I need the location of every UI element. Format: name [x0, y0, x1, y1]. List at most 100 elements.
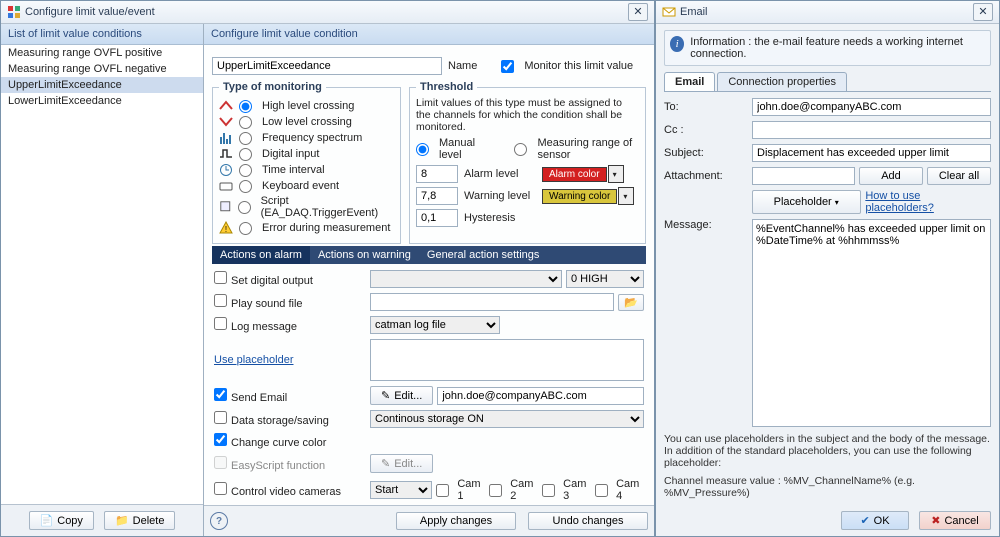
config-pane: Configure limit value condition Name Mon…	[204, 24, 654, 536]
freq-icon	[219, 131, 233, 145]
tab-connection[interactable]: Connection properties	[717, 72, 847, 91]
placeholder-button[interactable]: Placeholder ▾	[752, 190, 861, 214]
message-text[interactable]	[752, 219, 991, 427]
type-digital-radio[interactable]	[239, 148, 252, 161]
log-target-select[interactable]: catman log file	[370, 316, 500, 334]
tab-email[interactable]: Email	[664, 72, 715, 91]
folder-delete-icon: 📁	[115, 514, 129, 527]
email-window: Email ✕ i Information : the e-mail featu…	[655, 0, 1000, 537]
data-storage-check[interactable]	[214, 411, 227, 424]
info-box: i Information : the e-mail feature needs…	[664, 30, 991, 66]
cc-label: Cc :	[664, 124, 744, 136]
condition-name-input[interactable]	[212, 57, 442, 75]
sound-file-input[interactable]	[370, 293, 614, 311]
how-to-placeholders-link[interactable]: How to use placeholders?	[865, 190, 991, 214]
cam3-check[interactable]	[542, 484, 555, 497]
copy-button[interactable]: 📄Copy	[29, 511, 94, 530]
low-cross-icon	[219, 115, 233, 129]
type-error-radio[interactable]	[239, 222, 252, 235]
change-color-check[interactable]	[214, 433, 227, 446]
attachment-label: Attachment:	[664, 170, 744, 182]
warning-color-picker[interactable]: Warning color ▾	[542, 187, 634, 205]
edit-script-button[interactable]: ✎Edit...	[370, 454, 433, 473]
list-item[interactable]: UpperLimitExceedance	[1, 77, 203, 93]
type-high-radio[interactable]	[239, 100, 252, 113]
hysteresis-input[interactable]	[416, 209, 458, 227]
attachment-input[interactable]	[752, 167, 855, 185]
list-header: List of limit value conditions	[1, 24, 203, 45]
storage-mode-select[interactable]: Continous storage ON	[370, 410, 644, 428]
alarm-color-picker[interactable]: Alarm color ▾	[542, 165, 624, 183]
apply-changes-button[interactable]: Apply changes	[396, 512, 516, 530]
type-time-radio[interactable]	[239, 164, 252, 177]
cam1-check[interactable]	[436, 484, 449, 497]
clock-icon	[219, 163, 233, 177]
play-sound-check[interactable]	[214, 294, 227, 307]
set-digital-check[interactable]	[214, 271, 227, 284]
close-icon[interactable]: ✕	[973, 3, 993, 21]
config-header: Configure limit value condition	[204, 24, 654, 45]
placeholder-help-2: Channel measure value : %MV_ChannelName%…	[664, 475, 991, 499]
log-message-check[interactable]	[214, 317, 227, 330]
placeholder-help-1: You can use placeholders in the subject …	[664, 433, 991, 469]
add-attachment-button[interactable]: Add	[859, 167, 923, 185]
list-item[interactable]: Measuring range OVFL positive	[1, 45, 203, 61]
tab-general-settings[interactable]: General action settings	[419, 246, 548, 264]
info-icon: i	[670, 36, 684, 52]
threshold-group: Threshold Limit values of this type must…	[409, 81, 646, 244]
ok-button[interactable]: ✔OK	[841, 511, 909, 530]
list-item[interactable]: Measuring range OVFL negative	[1, 61, 203, 77]
clear-attachments-button[interactable]: Clear all	[927, 167, 991, 185]
digital-level-select[interactable]: 0 HIGH	[566, 270, 644, 288]
email-recipient-display[interactable]	[437, 387, 644, 405]
message-label: Message:	[664, 219, 744, 231]
alarm-level-input[interactable]	[416, 165, 458, 183]
digital-output-select[interactable]	[370, 270, 562, 288]
tab-actions-alarm[interactable]: Actions on alarm	[212, 246, 310, 264]
monitor-checkbox[interactable]	[501, 60, 514, 73]
email-tabs: Email Connection properties	[664, 72, 991, 92]
chevron-down-icon: ▾	[608, 165, 624, 183]
window-title: Configure limit value/event	[25, 6, 155, 18]
camera-mode-select[interactable]: Start	[370, 481, 432, 499]
svg-text:!: !	[225, 225, 227, 234]
conditions-list[interactable]: Measuring range OVFL positiveMeasuring r…	[1, 45, 203, 505]
threshold-legend: Threshold	[416, 81, 477, 93]
to-input[interactable]	[752, 98, 991, 116]
type-keyboard-radio[interactable]	[239, 180, 252, 193]
cancel-button[interactable]: ✖Cancel	[919, 511, 991, 530]
undo-changes-button[interactable]: Undo changes	[528, 512, 648, 530]
browse-sound-button[interactable]: 📂	[618, 294, 644, 311]
window-title-bar: Configure limit value/event ✕	[1, 1, 654, 24]
log-message-text[interactable]	[370, 339, 644, 381]
use-placeholder-link[interactable]: Use placeholder	[214, 354, 294, 366]
monitor-label: Monitor this limit value	[524, 60, 633, 72]
cc-input[interactable]	[752, 121, 991, 139]
cam2-check[interactable]	[489, 484, 502, 497]
delete-button[interactable]: 📁Delete	[104, 511, 176, 530]
warning-level-input[interactable]	[416, 187, 458, 205]
type-script-radio[interactable]	[238, 201, 251, 214]
edit-email-button[interactable]: ✎Edit...	[370, 386, 433, 405]
script-icon	[219, 200, 232, 214]
list-item[interactable]: LowerLimitExceedance	[1, 93, 203, 109]
x-icon: ✖	[931, 514, 940, 527]
subject-input[interactable]	[752, 144, 991, 162]
threshold-note: Limit values of this type must be assign…	[416, 97, 639, 133]
email-title-bar: Email ✕	[656, 1, 999, 24]
cam4-check[interactable]	[595, 484, 608, 497]
send-email-check[interactable]	[214, 388, 227, 401]
type-low-radio[interactable]	[239, 116, 252, 129]
manual-level-radio[interactable]	[416, 143, 429, 156]
chevron-down-icon: ▾	[835, 198, 839, 207]
cameras-check[interactable]	[214, 482, 227, 495]
help-icon[interactable]: ?	[210, 512, 228, 530]
pencil-icon: ✎	[381, 389, 390, 402]
tab-actions-warning[interactable]: Actions on warning	[310, 246, 419, 264]
type-freq-radio[interactable]	[239, 132, 252, 145]
high-cross-icon	[219, 99, 233, 113]
check-icon: ✔	[860, 514, 869, 527]
sensor-range-radio[interactable]	[514, 143, 527, 156]
close-icon[interactable]: ✕	[628, 3, 648, 21]
actions-panel: Set digital output 0 HIGH Play sound fil…	[212, 264, 646, 505]
